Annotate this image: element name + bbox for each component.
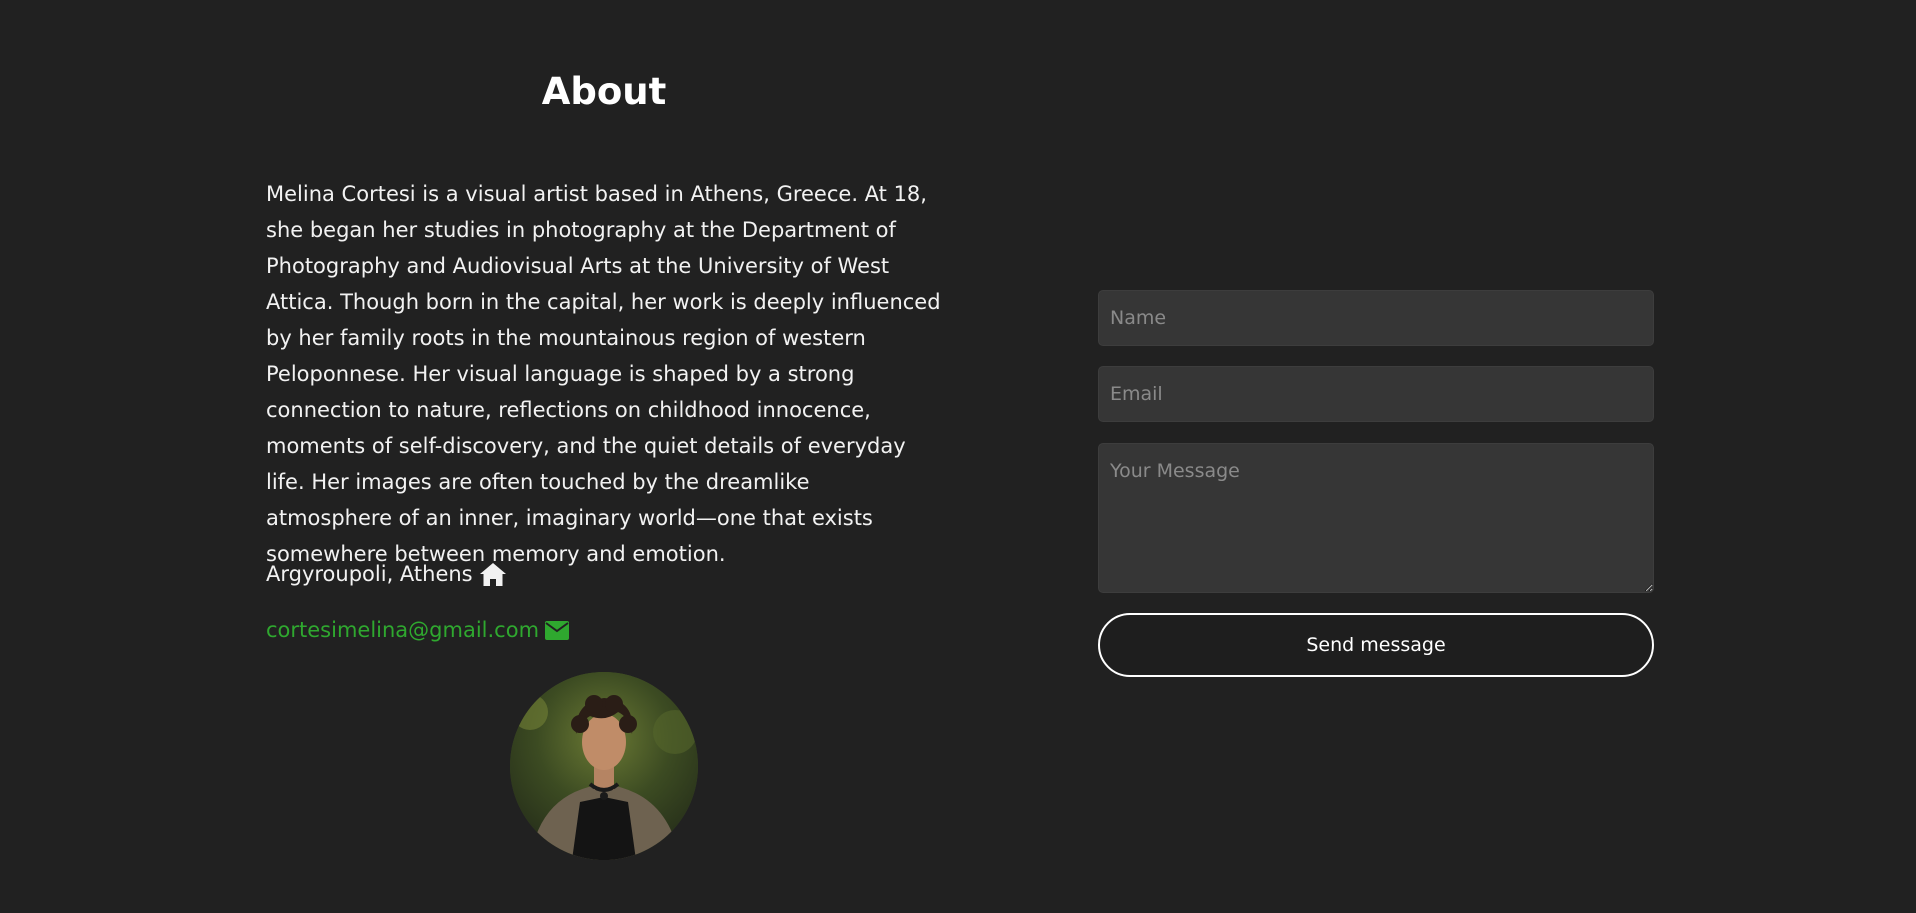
message-field[interactable] [1098,443,1654,593]
send-message-button[interactable]: Send message [1098,613,1654,677]
home-icon [479,561,507,587]
email-link[interactable]: cortesimelina@gmail.com [266,612,570,648]
email-field[interactable] [1098,366,1654,422]
email-text: cortesimelina@gmail.com [266,618,540,642]
location-text: Argyroupoli, Athens [266,562,473,586]
avatar [510,672,698,860]
location: Argyroupoli, Athens [266,556,507,592]
name-field[interactable] [1098,290,1654,346]
envelope-icon [545,620,570,640]
page-title: About [541,70,667,113]
about-bio: Melina Cortesi is a visual artist based … [266,182,941,566]
